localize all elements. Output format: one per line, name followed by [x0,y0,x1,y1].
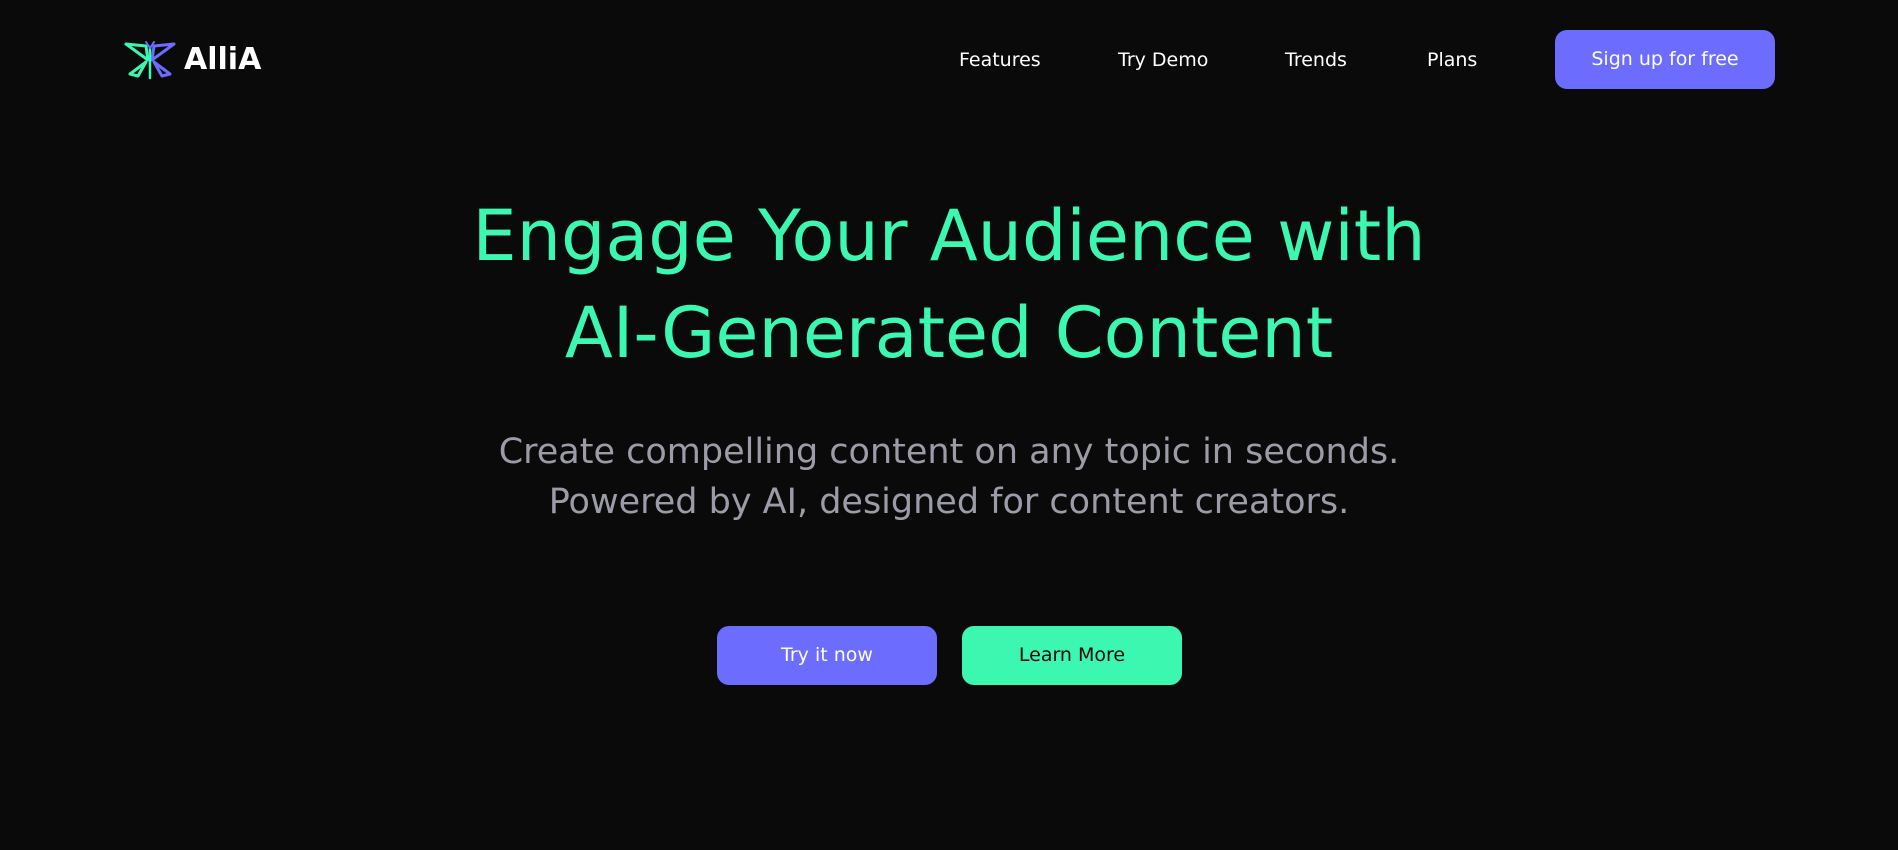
brand-logo-link[interactable]: AlliA [124,38,261,82]
hero-title-line: AI-Generated Content [564,292,1334,374]
signup-button[interactable]: Sign up for free [1555,30,1775,89]
site-header: AlliA Features Try Demo Trends Plans Sig… [0,0,1898,120]
hero-title: Engage Your Audience with AI-Generated C… [0,188,1898,382]
nav-link-trends[interactable]: Trends [1285,44,1347,76]
hero-subtitle-line: Powered by AI, designed for content crea… [548,482,1350,522]
try-it-now-button[interactable]: Try it now [717,626,937,685]
hero-subtitle-line: Create compelling content on any topic i… [498,432,1400,472]
brand-name: AlliA [184,42,262,77]
nav-link-try-demo[interactable]: Try Demo [1118,44,1208,76]
nav-link-features[interactable]: Features [959,44,1041,76]
hero-subtitle: Create compelling content on any topic i… [0,427,1898,527]
butterfly-logo-icon [124,41,176,80]
learn-more-button[interactable]: Learn More [962,626,1182,685]
hero-title-line: Engage Your Audience with [472,195,1426,277]
landing-page: AlliA Features Try Demo Trends Plans Sig… [0,0,1898,850]
nav-link-plans[interactable]: Plans [1427,44,1477,76]
